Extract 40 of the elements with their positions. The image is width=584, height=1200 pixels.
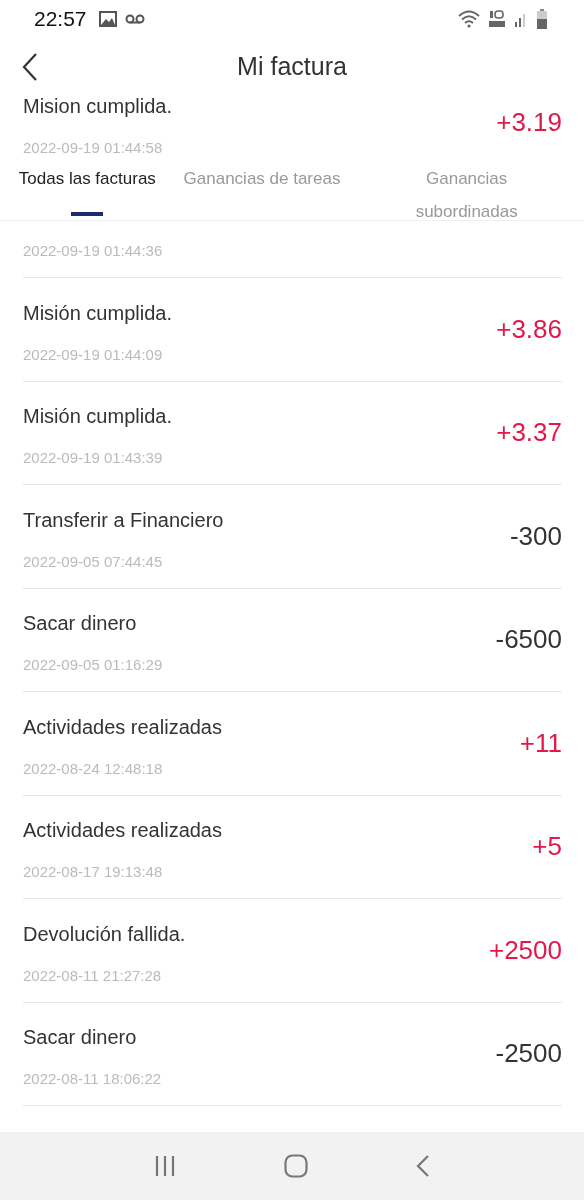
- battery-icon: [536, 9, 548, 29]
- tab[interactable]: Ganancias subordinadas: [349, 162, 584, 228]
- image-icon: [98, 11, 117, 27]
- transaction-amount: +11: [519, 727, 562, 759]
- transaction-amount: -2500: [495, 1038, 562, 1070]
- transaction-amount: +3.86: [496, 313, 562, 345]
- transaction-date: 2022-08-24 12:48:18: [23, 759, 164, 777]
- transaction-amount: -300: [509, 520, 562, 552]
- transaction-title: Actividades realizadas: [23, 819, 223, 843]
- transaction-title: Devolución fallida.: [23, 922, 187, 946]
- transaction-date: 2022-09-19 01:44:36: [23, 242, 164, 260]
- status-time: 22:57: [34, 7, 87, 31]
- transaction-amount: +2500: [488, 934, 562, 966]
- transaction-date: 2022-08-11 18:06:22: [23, 1070, 163, 1088]
- wifi-icon: [458, 10, 480, 28]
- transaction-title: Misión cumplida.: [23, 405, 173, 429]
- voicemail-icon: [124, 14, 145, 24]
- transaction-amount: +5: [532, 831, 562, 863]
- back-icon[interactable]: [22, 53, 38, 81]
- signal-icon: [514, 11, 528, 27]
- transaction-title: Misión cumplida.: [23, 301, 173, 325]
- home-icon[interactable]: [284, 1154, 308, 1178]
- transaction-date: 2022-09-05 01:16:29: [23, 656, 164, 674]
- transaction-title: Actividades realizadas: [23, 715, 223, 739]
- transaction-amount: +3.37: [496, 417, 562, 449]
- tab[interactable]: Ganancias de tareas: [174, 162, 350, 195]
- transaction-date: 2022-09-05 07:44:45: [23, 552, 164, 570]
- transaction-date: 2022-08-17 19:13:48: [23, 863, 164, 881]
- transaction-title: Sacar dinero: [23, 1026, 138, 1050]
- transaction-date: 2022-09-19 01:44:58: [23, 138, 164, 156]
- transaction-amount: +3.19: [496, 106, 562, 138]
- transaction-title: Transferir a Financiero: [23, 508, 225, 532]
- transaction-title: Mision cumplida.: [23, 95, 173, 118]
- page-title: Mi factura: [237, 52, 347, 81]
- transaction-date: 2022-09-19 01:44:09: [23, 345, 164, 363]
- transaction-amount: -6500: [495, 624, 562, 656]
- recent-apps-icon[interactable]: [154, 1155, 176, 1177]
- transaction-title: Sacar dinero: [23, 612, 138, 636]
- transaction-date: 2022-09-19 01:43:39: [23, 449, 164, 467]
- transaction-date: 2022-08-11 21:27:28: [23, 966, 163, 984]
